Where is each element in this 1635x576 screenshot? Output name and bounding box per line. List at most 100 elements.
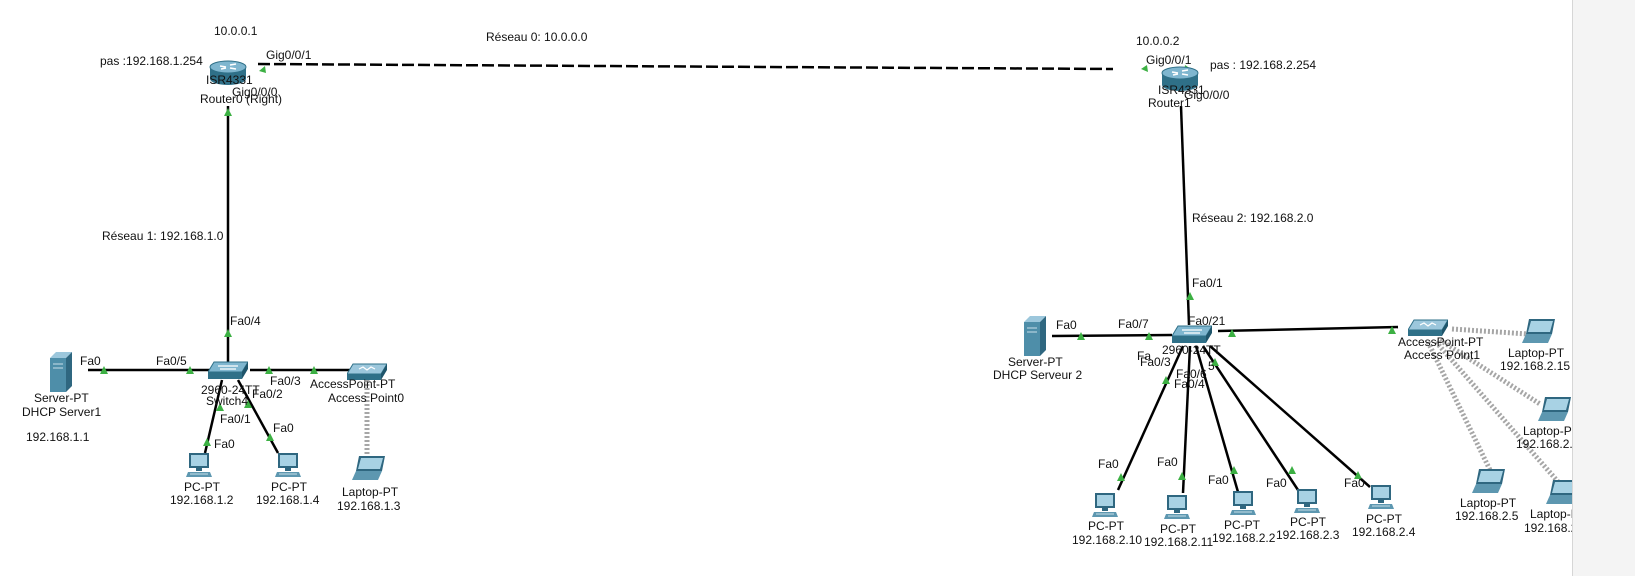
port-label: Fa0/21 — [1188, 314, 1226, 328]
port-label: Fa0 — [214, 437, 235, 451]
access-point-icon[interactable] — [1408, 319, 1448, 337]
pc-icon[interactable] — [1368, 484, 1394, 510]
pc-right-3-type-label: PC-PT — [1224, 518, 1261, 532]
server1-type-label: Server-PT — [34, 391, 89, 405]
link-up-indicator — [224, 108, 232, 116]
port-label: Fa0/3 — [270, 374, 301, 388]
link-up-indicator — [224, 329, 232, 337]
port-label: Fa0 — [1098, 457, 1119, 471]
pc-right-4-ip-label: 192.168.2.3 — [1276, 528, 1340, 542]
network-label-reseau2: Réseau 2: 192.168.2.0 — [1192, 211, 1314, 225]
router0-gig001-label: Gig0/0/1 — [266, 48, 312, 62]
link-switch-pc5[interactable] — [1209, 345, 1371, 488]
server1[interactable]: Fa0 Server-PT DHCP Server1 192.168.1.1 — [22, 352, 101, 444]
network-label-reseau1: Réseau 1: 192.168.1.0 — [102, 229, 224, 243]
server2[interactable]: Fa0 Server-PT DHCP Serveur 2 — [993, 316, 1082, 382]
ap1-type-label: AccessPoint-PT — [1398, 335, 1484, 349]
pc-right-2-type-label: PC-PT — [1160, 522, 1197, 536]
laptop-icon[interactable] — [1472, 469, 1505, 493]
port-label: Fa0/4 — [230, 314, 261, 328]
port-label: Fa0 — [1208, 473, 1229, 487]
laptop0-type-label: Laptop-PT — [342, 485, 399, 499]
router0-gig000-label: Gig0/0/0 — [232, 85, 278, 99]
port-label: Fa0 — [1157, 455, 1178, 469]
pc-icon[interactable] — [1294, 488, 1320, 514]
router1-gig001-label: Gig0/0/1 — [1146, 53, 1192, 67]
laptop-right-15[interactable]: Laptop-PT 192.168.2.15 — [1500, 319, 1570, 373]
pc-right-4-type-label: PC-PT — [1290, 515, 1327, 529]
port-label: Fa0/2 — [252, 387, 283, 401]
ap1-name-label: Access Point1 — [1404, 348, 1480, 362]
pc-right-2[interactable]: Fa0 PC-PT 192.168.2.11 — [1144, 455, 1214, 549]
pc-right-5-ip-label: 192.168.2.4 — [1352, 525, 1416, 539]
laptop-right-5[interactable]: Laptop-PT 192.168.2.5 — [1455, 469, 1519, 523]
pc-a-type-label: PC-PT — [184, 480, 221, 494]
port-label: Fa0/5 — [156, 354, 187, 368]
network-label-reseau0: Réseau 0: 10.0.0.0 — [486, 30, 588, 44]
pc-right-1-ip-label: 192.168.2.10 — [1072, 533, 1142, 547]
pc-a[interactable]: Fa0 PC-PT 192.168.1.2 — [170, 437, 235, 507]
laptop15-ip-label: 192.168.2.15 — [1500, 359, 1570, 373]
switch4-name-label: Switch4 — [206, 394, 248, 408]
pc-right-5-type-label: PC-PT — [1366, 512, 1403, 526]
access-point1[interactable]: AccessPoint-PT Access Point1 — [1398, 319, 1484, 362]
pc-right-3-ip-label: 192.168.2.2 — [1212, 531, 1276, 545]
port-label: 5 — [1208, 359, 1215, 373]
link-up-indicator — [203, 438, 211, 446]
pc-right-2-ip-label: 192.168.2.11 — [1144, 535, 1214, 549]
pc-b-ip-label: 192.168.1.4 — [256, 493, 320, 507]
laptop-icon[interactable] — [1538, 397, 1571, 421]
pc-b[interactable]: Fa0 PC-PT 192.168.1.4 — [256, 421, 320, 507]
wireless-link-ap1-laptop15 — [1451, 326, 1529, 337]
switch-icon[interactable] — [208, 361, 248, 380]
router1-ip: 10.0.0.2 — [1136, 34, 1180, 48]
link-router1-switch[interactable] — [1179, 105, 1191, 326]
port-label: Fa0/1 — [1192, 276, 1223, 290]
server-icon[interactable] — [1023, 316, 1046, 356]
pc-right-1-type-label: PC-PT — [1088, 519, 1125, 533]
port-label: Fa0/4 — [1174, 377, 1205, 391]
port-label: Fa — [1137, 349, 1151, 363]
router0-ip: 10.0.0.1 — [214, 24, 258, 38]
pc-b-type-label: PC-PT — [271, 480, 308, 494]
laptop0[interactable]: Laptop-PT 192.168.1.3 — [337, 456, 401, 513]
port-label: Fa0 — [80, 354, 101, 368]
port-label: Fa0 — [1266, 476, 1287, 490]
laptop-icon[interactable] — [1522, 319, 1555, 343]
server1-ip-label: 192.168.1.1 — [26, 430, 90, 444]
pc-icon[interactable] — [275, 452, 301, 478]
link-server2-switch[interactable] — [1051, 333, 1173, 338]
port-label: Fa0 — [1344, 476, 1365, 490]
laptop-icon[interactable] — [352, 456, 385, 480]
port-label: Fa0/1 — [220, 412, 251, 426]
link-up-indicator — [259, 66, 266, 73]
router0-pas: pas :192.168.1.254 — [100, 54, 203, 68]
router1[interactable]: 10.0.0.2 pas : 192.168.2.254 Gig0/0/1 IS… — [1136, 34, 1316, 110]
pc-a-ip-label: 192.168.1.2 — [170, 493, 234, 507]
pc-icon[interactable] — [1230, 490, 1256, 516]
router1-pas: pas : 192.168.2.254 — [1210, 58, 1316, 72]
serial-link-router0-router1[interactable] — [257, 62, 1114, 71]
ap0-type-label: AccessPoint-PT — [310, 377, 396, 391]
pc-right-1[interactable]: Fa0 PC-PT 192.168.2.10 — [1072, 457, 1142, 547]
port-label: Fa0 — [1056, 318, 1077, 332]
switch-icon[interactable] — [1172, 325, 1212, 344]
pc-right-5[interactable]: Fa0 PC-PT 192.168.2.4 — [1344, 476, 1416, 539]
laptop0-ip-label: 192.168.1.3 — [337, 499, 401, 513]
pc-icon[interactable] — [1164, 494, 1190, 520]
workspace-right-edge — [1572, 0, 1635, 576]
switch-right-model-label: 2960-24TT — [1162, 343, 1221, 357]
ap0-name-label: Access Point0 — [328, 391, 404, 405]
server2-name-label: DHCP Serveur 2 — [993, 368, 1082, 382]
laptop5-type-label: Laptop-PT — [1460, 496, 1517, 510]
topology-canvas[interactable]: 10.0.0.1 pas :192.168.1.254 Gig0/0/1 ISR… — [0, 0, 1635, 576]
server-icon[interactable] — [49, 352, 72, 392]
pc-right-4[interactable]: Fa0 PC-PT 192.168.2.3 — [1266, 476, 1340, 542]
link-switch-ap1[interactable] — [1217, 325, 1399, 333]
pc-icon[interactable] — [186, 452, 212, 478]
server2-type-label: Server-PT — [1008, 355, 1063, 369]
link-status-indicators — [100, 65, 1396, 481]
laptop15-type-label: Laptop-PT — [1508, 346, 1565, 360]
pc-icon[interactable] — [1092, 492, 1118, 518]
port-label: Fa0/7 — [1118, 317, 1149, 331]
